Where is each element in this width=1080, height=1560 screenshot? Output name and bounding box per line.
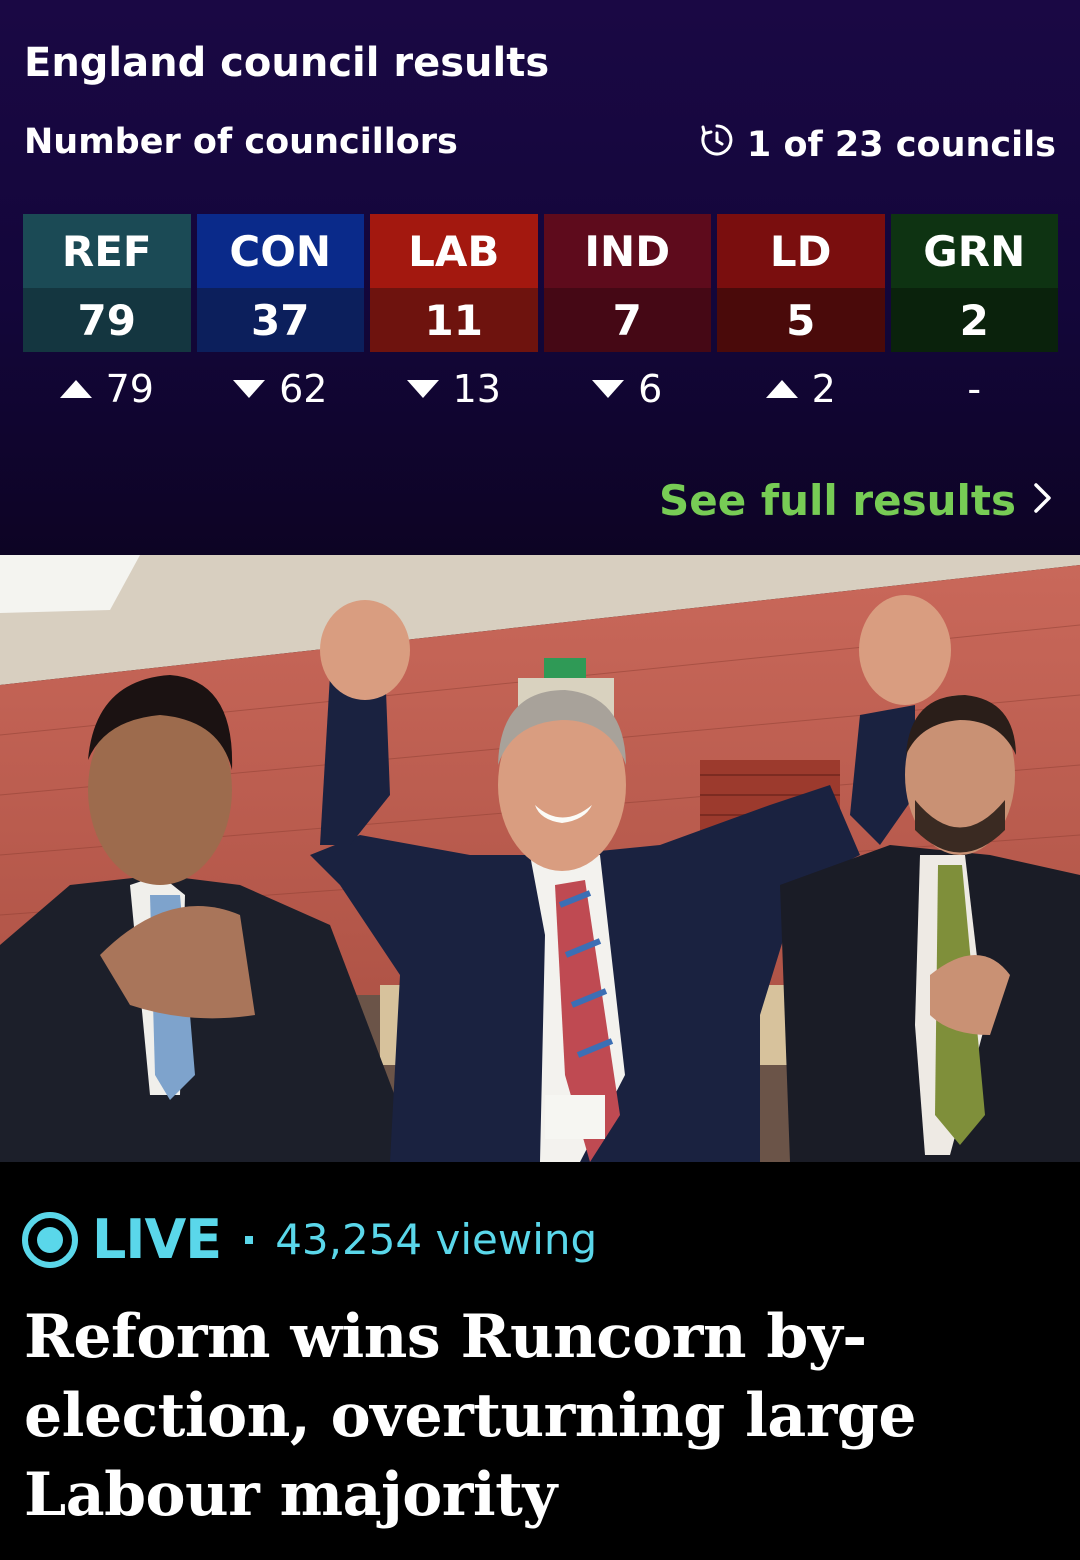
story-card[interactable]: LIVE 43,254 viewing Reform wins Runcorn …: [0, 1162, 1080, 1560]
triangle-down-icon: [592, 380, 625, 398]
see-full-results-label[interactable]: See full results: [659, 476, 1016, 525]
live-indicator: LIVE 43,254 viewing: [22, 1208, 597, 1271]
results-title: England council results: [24, 40, 550, 86]
party-change: -: [891, 352, 1059, 426]
triangle-down-icon: [406, 380, 439, 398]
party-abbr: LAB: [370, 214, 538, 288]
triangle-down-icon: [233, 380, 266, 398]
party-column-grn[interactable]: GRN 2 -: [890, 214, 1059, 426]
party-seats: 5: [717, 288, 885, 352]
party-change-value: 62: [279, 367, 328, 411]
live-label: LIVE: [92, 1208, 222, 1271]
party-abbr: REF: [23, 214, 191, 288]
chevron-right-icon: [1030, 476, 1056, 525]
party-results-grid[interactable]: REF 79 79 CON 37 62 LAB 11 13 IND 7 6 LD 5 2 GRN 2-: [23, 214, 1058, 426]
progress-text: 1 of 23 councils: [746, 124, 1056, 165]
party-change: 13: [370, 352, 538, 426]
live-dot-icon: [22, 1211, 78, 1268]
party-change-value: 13: [452, 367, 501, 411]
party-abbr: GRN: [890, 214, 1058, 288]
party-abbr: LD: [717, 214, 885, 288]
party-seats: 37: [196, 288, 364, 352]
party-seats: 2: [890, 288, 1058, 352]
party-abbr: CON: [196, 214, 364, 288]
party-column-ld[interactable]: LD 5 2: [717, 214, 885, 426]
triangle-up-icon: [765, 380, 798, 398]
story-photo[interactable]: [0, 555, 1080, 1162]
party-column-ref[interactable]: REF 79 79: [23, 214, 191, 426]
party-change-value: 79: [105, 367, 154, 411]
triangle-up-icon: [59, 380, 92, 398]
party-change: 79: [23, 352, 191, 426]
party-seats: 79: [23, 288, 191, 352]
council-results-panel: England council results Number of counci…: [0, 0, 1080, 555]
story-headline[interactable]: Reform wins Runcorn by-election, overtur…: [24, 1298, 1054, 1535]
party-column-lab[interactable]: LAB 11 13: [370, 214, 538, 426]
separator-dot: [245, 1235, 254, 1244]
results-subtitle: Number of councillors: [24, 122, 458, 162]
party-column-ind[interactable]: IND 7 6: [543, 214, 712, 426]
party-change: 2: [717, 352, 885, 426]
clock-refresh-icon: [699, 122, 735, 167]
party-column-con[interactable]: CON 37 62: [196, 214, 365, 426]
party-change: 6: [544, 352, 712, 426]
party-seats: 7: [543, 288, 711, 352]
party-change: 62: [197, 352, 365, 426]
councils-progress: 1 of 23 councils: [699, 122, 1056, 167]
see-full-results-link[interactable]: See full results: [659, 476, 1056, 525]
party-change-value: 2: [811, 367, 836, 411]
party-change-value: -: [967, 367, 982, 411]
party-seats: 11: [370, 288, 538, 352]
viewer-count: 43,254 viewing: [275, 1215, 598, 1264]
party-change-value: 6: [638, 367, 663, 411]
party-abbr: IND: [543, 214, 711, 288]
